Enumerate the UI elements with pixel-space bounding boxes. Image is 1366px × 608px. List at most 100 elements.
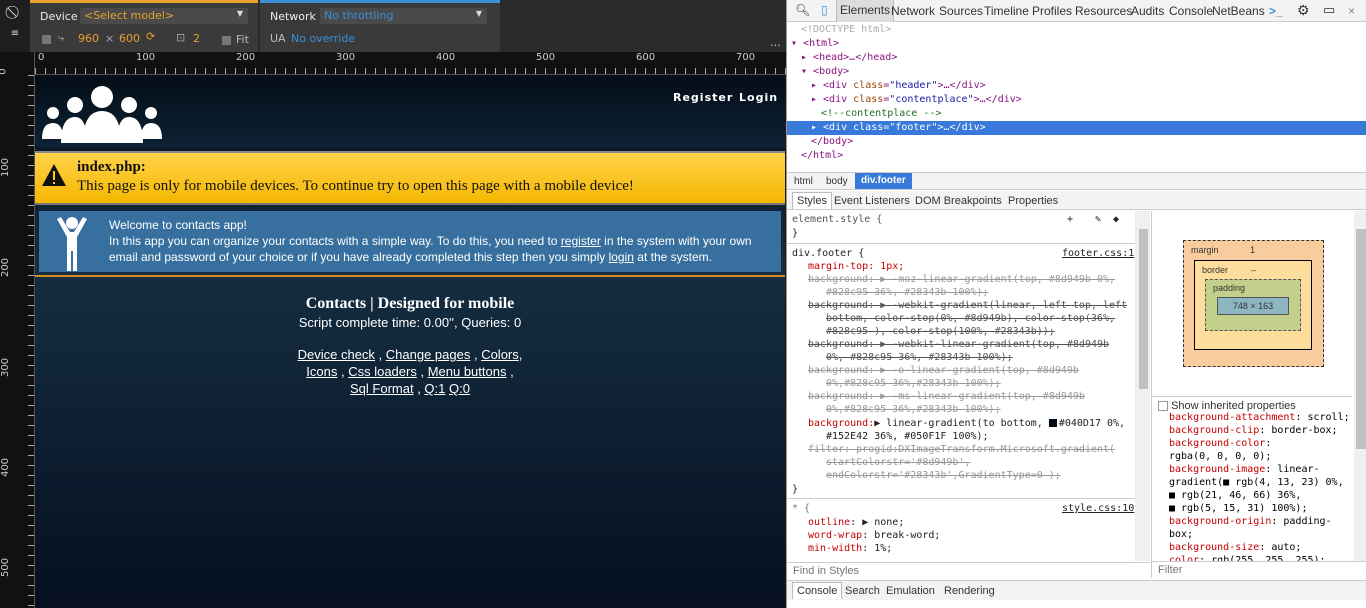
login-link[interactable]: login [609,250,634,264]
dom-node[interactable]: ▸ <head>…</head> [787,51,1366,65]
text: in the system with your own [600,234,752,248]
device-mode-icon[interactable]: ▯ [821,3,828,17]
crumb-body[interactable]: body [826,176,848,187]
tab-properties[interactable]: Properties [1008,195,1058,207]
source-link[interactable]: footer.css:1 [1062,247,1134,260]
drawer-tab-search[interactable]: Search [845,585,880,597]
close-icon[interactable]: × [1348,4,1355,18]
drawer-tab-emulation[interactable]: Emulation [886,585,935,597]
style-prop[interactable]: background: ▶ -o-linear-gradient(top, #8… [808,364,1079,377]
color-format-icon[interactable]: ◆ [1113,213,1119,226]
tab-dom-breakpoints[interactable]: DOM Breakpoints [915,195,1002,207]
fit-checkbox[interactable] [222,36,231,45]
style-prop[interactable]: word-wrap: break-word; [808,529,940,542]
style-prop[interactable]: margin-top: 1px; [808,260,904,273]
prop-name: min-width [808,543,863,554]
gear-icon[interactable]: ⚙ [1297,2,1310,19]
inspect-search-icon[interactable]: 🔍︎ [795,3,810,17]
no-emulation-icon[interactable]: ⃠ [0,5,30,20]
style-prop: 0%,#828c95 36%,#28343b 100%); [826,404,1001,415]
tab-event-listeners[interactable]: Event Listeners [834,195,910,207]
dropdown-arrow-icon: ▼ [236,9,243,18]
style-prop[interactable]: filter: progid:DXImageTransform.Microsof… [808,443,1115,456]
login-link[interactable]: Login [739,91,778,104]
tab-elements[interactable]: Elements [836,0,895,22]
network-throttle-select[interactable]: No throttling ▼ [320,8,487,24]
dom-node[interactable]: ▸ <div class="header">…</div> [787,79,1366,93]
site-footer: Contacts | Designed for mobile Script co… [35,275,785,397]
style-prop[interactable]: background: ▶ -moz-linear-gradient(top, … [808,273,1115,286]
computed-filter-input[interactable] [1152,561,1366,577]
dom-node[interactable]: ▾ <html> [787,37,1366,51]
pixel-ratio-input[interactable]: 2 [193,32,200,45]
ua-input[interactable]: No override [291,32,355,45]
prop-value: : scroll; [1295,412,1350,423]
dom-node[interactable]: </body> [787,135,1366,149]
drawer-tab-console[interactable]: Console [792,582,843,599]
dom-node[interactable]: <!DOCTYPE html> [787,23,1366,37]
swap-dimensions-icon[interactable]: ⟳ [146,30,155,43]
prop-name: background-image [1169,464,1266,475]
media-queries-icon[interactable]: ≡ [0,28,30,39]
style-prop[interactable]: background: ▶ -webkit-linear-gradient(to… [808,338,1109,351]
margin-top-value[interactable]: 1 [1250,245,1255,255]
device-model-select[interactable]: <Select model> ▼ [80,8,248,24]
menu-buttons-link[interactable]: Menu buttons [428,364,507,379]
width-input[interactable]: 960 [78,32,99,45]
computed-style-line: ■ rgb(21, 46, 66) 36%, [1169,489,1354,502]
tab-netbeans[interactable]: NetBeans [1212,4,1265,18]
tab-console[interactable]: Console [1169,4,1213,18]
css-loaders-link[interactable]: Css loaders [348,364,417,379]
text: at the system. [633,250,712,264]
height-input[interactable]: 600 [119,32,140,45]
more-icon[interactable]: … [770,36,781,49]
style-prop[interactable]: min-width: 1%; [808,542,892,555]
drawer-tab-rendering[interactable]: Rendering [944,585,995,597]
style-prop[interactable]: outline: ▶ none; [808,516,904,529]
tab-sources[interactable]: Sources [939,4,983,18]
sql-format-link[interactable]: Sql Format [350,381,414,396]
colors-link[interactable]: Colors [481,347,519,362]
icons-link[interactable]: Icons [306,364,337,379]
new-rule-icon[interactable]: + [1067,213,1073,226]
crumb-div-footer[interactable]: div.footer [855,173,912,189]
styles-scrollbar[interactable] [1137,211,1150,561]
pin-icon[interactable]: ✎ [1095,213,1101,226]
tab-network[interactable]: Network [891,4,935,18]
dock-icon[interactable]: ▭ [1323,2,1335,18]
q0-link[interactable]: Q:0 [449,381,470,396]
style-prop[interactable]: background: ▶ -webkit-gradient(linear, l… [808,299,1127,312]
style-prop: endColorstr='#28343b',GradientType=0 ); [826,470,1061,481]
tab-styles[interactable]: Styles [792,192,832,209]
resolution-checkbox[interactable] [42,35,51,44]
register-link[interactable]: register [561,234,601,248]
border-top-value[interactable]: – [1251,265,1256,275]
source-link[interactable]: style.css:10 [1062,502,1134,515]
crumb-html[interactable]: html [794,176,813,187]
tab-timeline[interactable]: Timeline [984,4,1029,18]
change-pages-link[interactable]: Change pages [386,347,471,362]
dom-comment[interactable]: <!--contentplace --> [787,107,1366,121]
q1-link[interactable]: Q:1 [424,381,445,396]
register-link[interactable]: Register [673,91,733,104]
tab-profiles[interactable]: Profiles [1032,4,1072,18]
find-in-styles-input[interactable] [787,562,1150,578]
prop-name: word-wrap [808,530,863,541]
content-size[interactable]: 748 × 163 [1217,297,1289,315]
tab-audits[interactable]: Audits [1131,4,1164,18]
style-prop[interactable]: background:▶ linear-gradient(to bottom, … [808,417,1125,430]
tab-resources[interactable]: Resources [1075,4,1132,18]
rule-close: } [792,228,799,239]
show-inherited-checkbox[interactable] [1158,401,1168,412]
console-drawer-icon[interactable]: >_ [1269,4,1283,18]
style-prop[interactable]: background: ▶ -ms-linear-gradient(top, #… [808,390,1085,403]
color-swatch[interactable] [1048,419,1057,427]
device-check-link[interactable]: Device check [298,347,375,362]
dom-node[interactable]: ▾ <body> [787,65,1366,79]
dom-node[interactable]: </html> [787,149,1366,163]
prop-name: background-color [1169,438,1266,449]
metrics-scrollbar[interactable] [1354,211,1366,561]
dom-node[interactable]: ▸ <div class="contentplace">…</div> [787,93,1366,107]
text: In this app you can organize your contac… [109,234,561,248]
dom-node-selected[interactable]: ▸ <div class="footer">…</div> [787,121,1366,135]
